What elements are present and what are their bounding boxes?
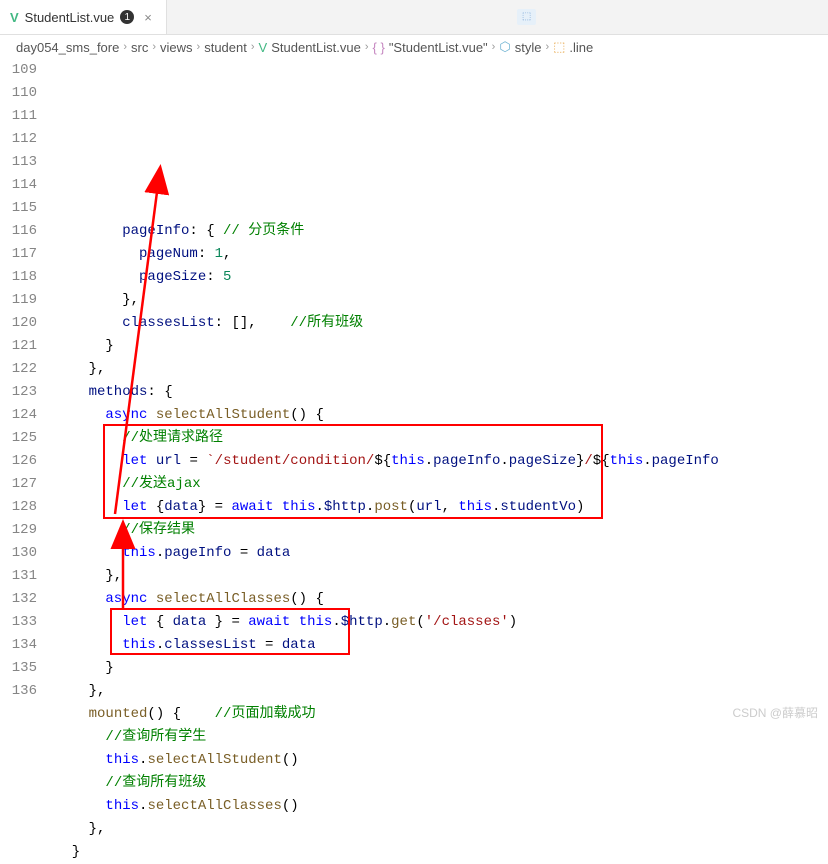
code-line[interactable]: //查询所有班级 [55, 772, 828, 795]
breadcrumb-item[interactable]: student [204, 40, 247, 55]
code-line[interactable]: mounted() { //页面加载成功 [55, 703, 828, 726]
code-line[interactable]: }, [55, 818, 828, 841]
code-line[interactable]: //处理请求路径 [55, 427, 828, 450]
code-line[interactable]: //查询所有学生 [55, 726, 828, 749]
line-number: 121 [0, 335, 37, 358]
line-number: 122 [0, 358, 37, 381]
line-number: 113 [0, 151, 37, 174]
code-line[interactable]: }, [55, 358, 828, 381]
brace-icon: { } [373, 40, 385, 55]
breadcrumb-item[interactable]: .line [569, 40, 593, 55]
line-number: 119 [0, 289, 37, 312]
chevron-right-icon: › [545, 41, 549, 53]
chevron-right-icon: › [152, 41, 156, 53]
code-line[interactable]: }, [55, 289, 828, 312]
line-number: 133 [0, 611, 37, 634]
watermark: CSDN @薛慕昭 [732, 704, 818, 721]
breadcrumb: day054_sms_fore › src › views › student … [0, 35, 828, 59]
code-line[interactable]: async selectAllClasses() { [55, 588, 828, 611]
line-number: 134 [0, 634, 37, 657]
line-number: 126 [0, 450, 37, 473]
code-line[interactable]: classesList: [], //所有班级 [55, 312, 828, 335]
code-line[interactable]: //保存结果 [55, 519, 828, 542]
line-number: 118 [0, 266, 37, 289]
code-line[interactable]: async selectAllStudent() { [55, 404, 828, 427]
line-number: 109 [0, 59, 37, 82]
code-line[interactable]: methods: { [55, 381, 828, 404]
code-editor[interactable]: 1091101111121131141151161171181191201211… [0, 59, 828, 864]
vue-icon: V [10, 10, 19, 25]
line-number: 135 [0, 657, 37, 680]
line-number: 110 [0, 82, 37, 105]
cube-icon: ⬡ [499, 39, 510, 55]
code-line[interactable]: this.selectAllClasses() [55, 795, 828, 818]
close-icon[interactable]: × [140, 10, 156, 25]
code-line[interactable]: this.selectAllStudent() [55, 749, 828, 772]
code-line[interactable]: //发送ajax [55, 473, 828, 496]
code-line[interactable]: this.pageInfo = data [55, 542, 828, 565]
line-number: 128 [0, 496, 37, 519]
line-number: 127 [0, 473, 37, 496]
breadcrumb-item[interactable]: views [160, 40, 193, 55]
code-line[interactable]: let url = `/student/condition/${this.pag… [55, 450, 828, 473]
chevron-right-icon: › [251, 41, 255, 53]
top-badge-icon: ⬚ [517, 9, 536, 25]
chevron-right-icon: › [365, 41, 369, 53]
code-line[interactable]: }, [55, 565, 828, 588]
breadcrumb-item[interactable]: "StudentList.vue" [389, 40, 488, 55]
line-gutter: 1091101111121131141151161171181191201211… [0, 59, 55, 864]
breadcrumb-item[interactable]: style [515, 40, 542, 55]
line-number: 129 [0, 519, 37, 542]
tab-filename: StudentList.vue [25, 10, 115, 25]
field-icon: ⬚ [553, 39, 565, 55]
line-number: 115 [0, 197, 37, 220]
code-line[interactable]: }, [55, 680, 828, 703]
chevron-right-icon: › [492, 41, 496, 53]
chevron-right-icon: › [123, 41, 127, 53]
line-number: 123 [0, 381, 37, 404]
code-line[interactable]: this.classesList = data [55, 634, 828, 657]
code-line[interactable]: let {data} = await this.$http.post(url, … [55, 496, 828, 519]
line-number: 124 [0, 404, 37, 427]
line-number: 130 [0, 542, 37, 565]
line-number: 116 [0, 220, 37, 243]
vue-icon: V [259, 40, 268, 55]
line-number: 112 [0, 128, 37, 151]
line-number: 111 [0, 105, 37, 128]
line-number: 117 [0, 243, 37, 266]
chevron-right-icon: › [197, 41, 201, 53]
line-number: 125 [0, 427, 37, 450]
code-line[interactable]: } [55, 657, 828, 680]
code-line[interactable]: } [55, 335, 828, 358]
breadcrumb-item[interactable]: day054_sms_fore [16, 40, 119, 55]
code-line[interactable]: pageNum: 1, [55, 243, 828, 266]
line-number: 120 [0, 312, 37, 335]
breadcrumb-item[interactable]: src [131, 40, 148, 55]
code-area[interactable]: pageInfo: { // 分页条件 pageNum: 1, pageSize… [55, 59, 828, 864]
breadcrumb-item[interactable]: StudentList.vue [271, 40, 361, 55]
tab-bar: V StudentList.vue 1 × ⬚ [0, 0, 828, 35]
code-line[interactable]: let { data } = await this.$http.get('/cl… [55, 611, 828, 634]
file-tab[interactable]: V StudentList.vue 1 × [0, 0, 167, 34]
modified-badge: 1 [120, 10, 134, 24]
line-number: 114 [0, 174, 37, 197]
code-line[interactable]: pageInfo: { // 分页条件 [55, 220, 828, 243]
line-number: 132 [0, 588, 37, 611]
code-line[interactable]: } [55, 841, 828, 864]
line-number: 136 [0, 680, 37, 703]
code-line[interactable]: pageSize: 5 [55, 266, 828, 289]
line-number: 131 [0, 565, 37, 588]
